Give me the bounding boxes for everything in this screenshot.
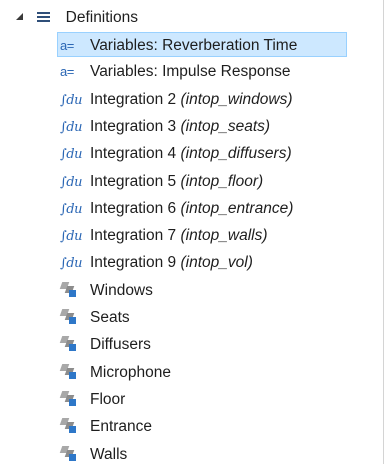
tree-node-integration[interactable]: ∫du Integration 9 (intop_vol) [58,250,256,275]
tree-node-label: Integration 3 [90,117,181,135]
integration-icon: ∫du [60,119,82,135]
tree-node-tag: (intop_floor) [180,172,264,190]
tree-node-label: Variables: Reverberation Time [90,37,298,54]
tree-node-label: Definitions [65,9,138,26]
selection-icon [59,305,90,330]
integration-icon: ∫du [60,201,82,217]
tree-node-label: Integration 4 [90,145,181,163]
tree-node-label: Microphone [90,363,171,381]
tree-node-label: Diffusers [90,336,151,354]
selection-icon [59,387,90,412]
integration-icon: ∫du [60,229,82,245]
selection-icon [59,278,90,303]
tree-node-integration[interactable]: ∫du Integration 2 (intop_windows) [58,87,295,112]
tree-node-label: Variables: Impulse Response [90,63,291,81]
tree-node-tag: (intop_vol) [180,254,253,272]
variables-icon: a= [60,64,74,80]
tree-node-selection[interactable]: Seats [58,305,133,330]
tree-node-integration[interactable]: ∫du Integration 3 (intop_seats) [58,114,273,139]
tree-node-tag: (intop_diffusers) [180,145,292,163]
tree-node-selection[interactable]: Floor [58,387,128,412]
integration-icon: ∫du [60,92,82,108]
tree-node-label: Integration 9 [90,254,181,272]
tree-node-integration[interactable]: ∫du Integration 6 (intop_entrance) [58,196,296,221]
tree-node-label: Windows [90,281,153,299]
integration-icon: ∫du [60,147,82,163]
tree-node-selection[interactable]: Microphone [58,360,174,385]
tree-node-selection[interactable]: Windows [58,278,156,303]
tree-node-definitions[interactable]: Definitions [16,5,138,30]
tree-node-label: Integration 2 [90,90,181,108]
selection-icon [59,360,90,385]
tree-node-label: Entrance [90,418,153,436]
tree-node-label: Floor [90,390,126,408]
expand-collapse-icon[interactable] [16,13,23,20]
tree-node-integration[interactable]: ∫du Integration 5 (intop_floor) [58,169,266,194]
selection-icon [59,442,90,464]
variables-icon: a= [60,38,74,53]
tree-node-label: Walls [90,445,128,463]
integration-icon: ∫du [60,174,82,190]
tree-node-variables[interactable]: a= Variables: Reverberation Time [57,32,347,57]
integration-icon: ∫du [60,256,82,272]
selection-icon [59,414,90,439]
tree-node-tag: (intop_entrance) [180,199,294,217]
tree-node-variables[interactable]: a= Variables: Impulse Response [58,59,293,84]
selection-icon [59,332,90,357]
tree-node-tag: (intop_seats) [180,117,271,135]
tree-node-integration[interactable]: ∫du Integration 4 (intop_diffusers) [58,141,295,166]
tree-node-selection[interactable]: Diffusers [58,332,154,357]
tree-node-label: Integration 7 [90,227,181,245]
tree-node-integration[interactable]: ∫du Integration 7 (intop_walls) [58,223,271,248]
tree-node-label: Seats [90,309,130,326]
tree-node-tag: (intop_walls) [180,227,268,245]
tree-node-label: Integration 6 [90,199,181,217]
model-tree: Definitions a= Variables: Reverberation T… [0,0,384,464]
definitions-icon [37,12,51,23]
tree-node-label: Integration 5 [90,172,181,190]
tree-node-selection[interactable]: Entrance [58,414,155,439]
tree-node-selection[interactable]: Walls [58,442,130,464]
tree-node-tag: (intop_windows) [180,90,293,108]
